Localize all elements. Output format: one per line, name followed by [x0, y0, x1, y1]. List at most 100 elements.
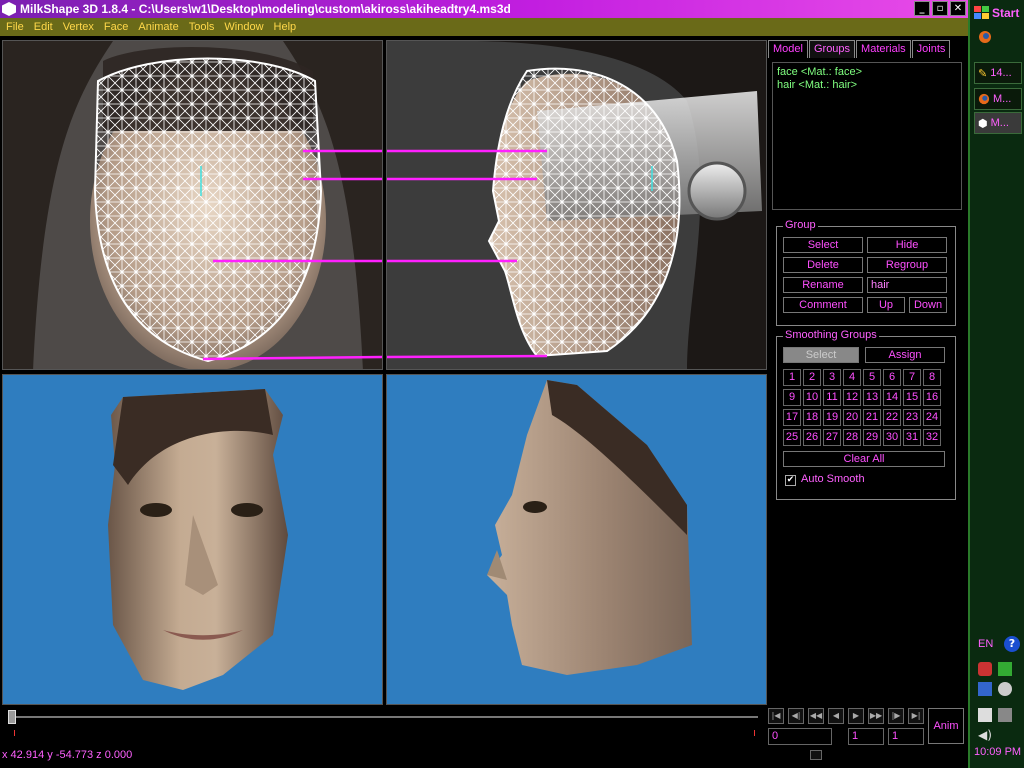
- smoothing-group-3[interactable]: 3: [823, 369, 841, 386]
- timeline-slider-thumb[interactable]: [8, 710, 16, 724]
- smoothing-group-4[interactable]: 4: [843, 369, 861, 386]
- menu-vertex[interactable]: Vertex: [58, 21, 99, 33]
- rewind-icon[interactable]: ◀◀: [808, 708, 824, 724]
- tab-model[interactable]: Model: [768, 40, 808, 58]
- task-button-2[interactable]: M...: [974, 88, 1022, 110]
- menu-window[interactable]: Window: [219, 21, 268, 33]
- group-up-button[interactable]: Up: [867, 297, 905, 313]
- task-label: 14...: [990, 67, 1012, 79]
- group-comment-button[interactable]: Comment: [783, 297, 863, 313]
- task-button-1[interactable]: ✎ 14...: [974, 62, 1022, 84]
- smoothing-group-5[interactable]: 5: [863, 369, 881, 386]
- front-wireframe-viewport[interactable]: [2, 40, 383, 370]
- smoothing-group-25[interactable]: 25: [783, 429, 801, 446]
- smoothing-group-28[interactable]: 28: [843, 429, 861, 446]
- smoothing-group-18[interactable]: 18: [803, 409, 821, 426]
- smoothing-group-12[interactable]: 12: [843, 389, 861, 406]
- task-button-3[interactable]: ⬢ M...: [974, 112, 1022, 134]
- group-delete-button[interactable]: Delete: [783, 257, 863, 273]
- smoothing-group-13[interactable]: 13: [863, 389, 881, 406]
- frame-slider-icon[interactable]: [810, 750, 822, 760]
- language-indicator[interactable]: EN: [978, 638, 993, 650]
- tray-app-icon[interactable]: [998, 662, 1012, 676]
- groups-list[interactable]: face <Mat.: face> hair <Mat.: hair>: [772, 62, 962, 210]
- side-wireframe-viewport[interactable]: [386, 40, 767, 370]
- group-regroup-button[interactable]: Regroup: [867, 257, 947, 273]
- volume-icon[interactable]: ◀): [978, 728, 992, 742]
- group-name-field[interactable]: hair: [867, 277, 947, 293]
- smoothing-group-26[interactable]: 26: [803, 429, 821, 446]
- smoothing-group-14[interactable]: 14: [883, 389, 901, 406]
- tray-app-icon[interactable]: [978, 682, 992, 696]
- smoothing-group-8[interactable]: 8: [923, 369, 941, 386]
- smoothing-group-24[interactable]: 24: [923, 409, 941, 426]
- last-frame-icon[interactable]: ▶|: [908, 708, 924, 724]
- frame-start-field[interactable]: 0: [768, 728, 832, 745]
- smoothing-group-30[interactable]: 30: [883, 429, 901, 446]
- prev-frame-icon[interactable]: ◀: [828, 708, 844, 724]
- smoothing-group-16[interactable]: 16: [923, 389, 941, 406]
- tab-materials[interactable]: Materials: [856, 40, 911, 58]
- smoothing-group-6[interactable]: 6: [883, 369, 901, 386]
- menu-file[interactable]: File: [0, 21, 29, 33]
- group-rename-button[interactable]: Rename: [783, 277, 863, 293]
- smoothing-group-20[interactable]: 20: [843, 409, 861, 426]
- smoothing-group-21[interactable]: 21: [863, 409, 881, 426]
- animation-timeline[interactable]: [4, 708, 762, 742]
- smoothing-select-button[interactable]: Select: [783, 347, 859, 363]
- tray-app-icon[interactable]: [998, 708, 1012, 722]
- menu-face[interactable]: Face: [99, 21, 133, 33]
- smoothing-group-9[interactable]: 9: [783, 389, 801, 406]
- next-frame-icon[interactable]: ▶: [848, 708, 864, 724]
- title-bar[interactable]: MilkShape 3D 1.8.4 - C:\Users\w1\Desktop…: [0, 0, 968, 18]
- menu-help[interactable]: Help: [269, 21, 302, 33]
- menu-animate[interactable]: Animate: [133, 21, 183, 33]
- network-icon[interactable]: [978, 708, 992, 722]
- start-button[interactable]: Start: [974, 2, 1024, 24]
- smoothing-group-11[interactable]: 11: [823, 389, 841, 406]
- smoothing-group-15[interactable]: 15: [903, 389, 921, 406]
- smoothing-group-22[interactable]: 22: [883, 409, 901, 426]
- first-frame-icon[interactable]: |◀: [768, 708, 784, 724]
- auto-smooth-checkbox[interactable]: ✔: [785, 475, 796, 486]
- smoothing-assign-button[interactable]: Assign: [865, 347, 945, 363]
- close-button[interactable]: ✕: [950, 1, 966, 16]
- smoothing-group-32[interactable]: 32: [923, 429, 941, 446]
- prev-key-icon[interactable]: ◀|: [788, 708, 804, 724]
- group-select-button[interactable]: Select: [783, 237, 863, 253]
- tray-app-icon[interactable]: [998, 682, 1012, 696]
- smoothing-group-23[interactable]: 23: [903, 409, 921, 426]
- frame-current-field[interactable]: 1: [848, 728, 884, 745]
- group-list-item[interactable]: hair <Mat.: hair>: [777, 79, 957, 92]
- next-key-icon[interactable]: |▶: [888, 708, 904, 724]
- anim-button[interactable]: Anim: [928, 708, 964, 744]
- smoothing-group-2[interactable]: 2: [803, 369, 821, 386]
- tab-joints[interactable]: Joints: [911, 40, 951, 58]
- menu-tools[interactable]: Tools: [184, 21, 220, 33]
- restore-button[interactable]: ▫: [932, 1, 948, 16]
- tab-groups[interactable]: Groups: [808, 40, 856, 58]
- tray-app-icon[interactable]: [978, 662, 992, 676]
- firefox-icon[interactable]: [978, 30, 992, 44]
- textured-face-side: [487, 380, 692, 675]
- group-down-button[interactable]: Down: [909, 297, 947, 313]
- 3d-front-viewport[interactable]: [2, 374, 383, 705]
- smoothing-group-19[interactable]: 19: [823, 409, 841, 426]
- timeline-tick: [754, 730, 755, 736]
- minimize-button[interactable]: _: [914, 1, 930, 16]
- smoothing-group-10[interactable]: 10: [803, 389, 821, 406]
- smoothing-group-7[interactable]: 7: [903, 369, 921, 386]
- help-icon[interactable]: ?: [1004, 636, 1020, 652]
- menu-edit[interactable]: Edit: [29, 21, 58, 33]
- group-hide-button[interactable]: Hide: [867, 237, 947, 253]
- smoothing-group-1[interactable]: 1: [783, 369, 801, 386]
- smoothing-group-29[interactable]: 29: [863, 429, 881, 446]
- fast-forward-icon[interactable]: ▶▶: [868, 708, 884, 724]
- clear-all-button[interactable]: Clear All: [783, 451, 945, 467]
- smoothing-group-31[interactable]: 31: [903, 429, 921, 446]
- 3d-side-viewport[interactable]: [386, 374, 767, 705]
- frame-end-field[interactable]: 1: [888, 728, 924, 745]
- group-list-item[interactable]: face <Mat.: face>: [777, 66, 957, 79]
- smoothing-group-27[interactable]: 27: [823, 429, 841, 446]
- smoothing-group-17[interactable]: 17: [783, 409, 801, 426]
